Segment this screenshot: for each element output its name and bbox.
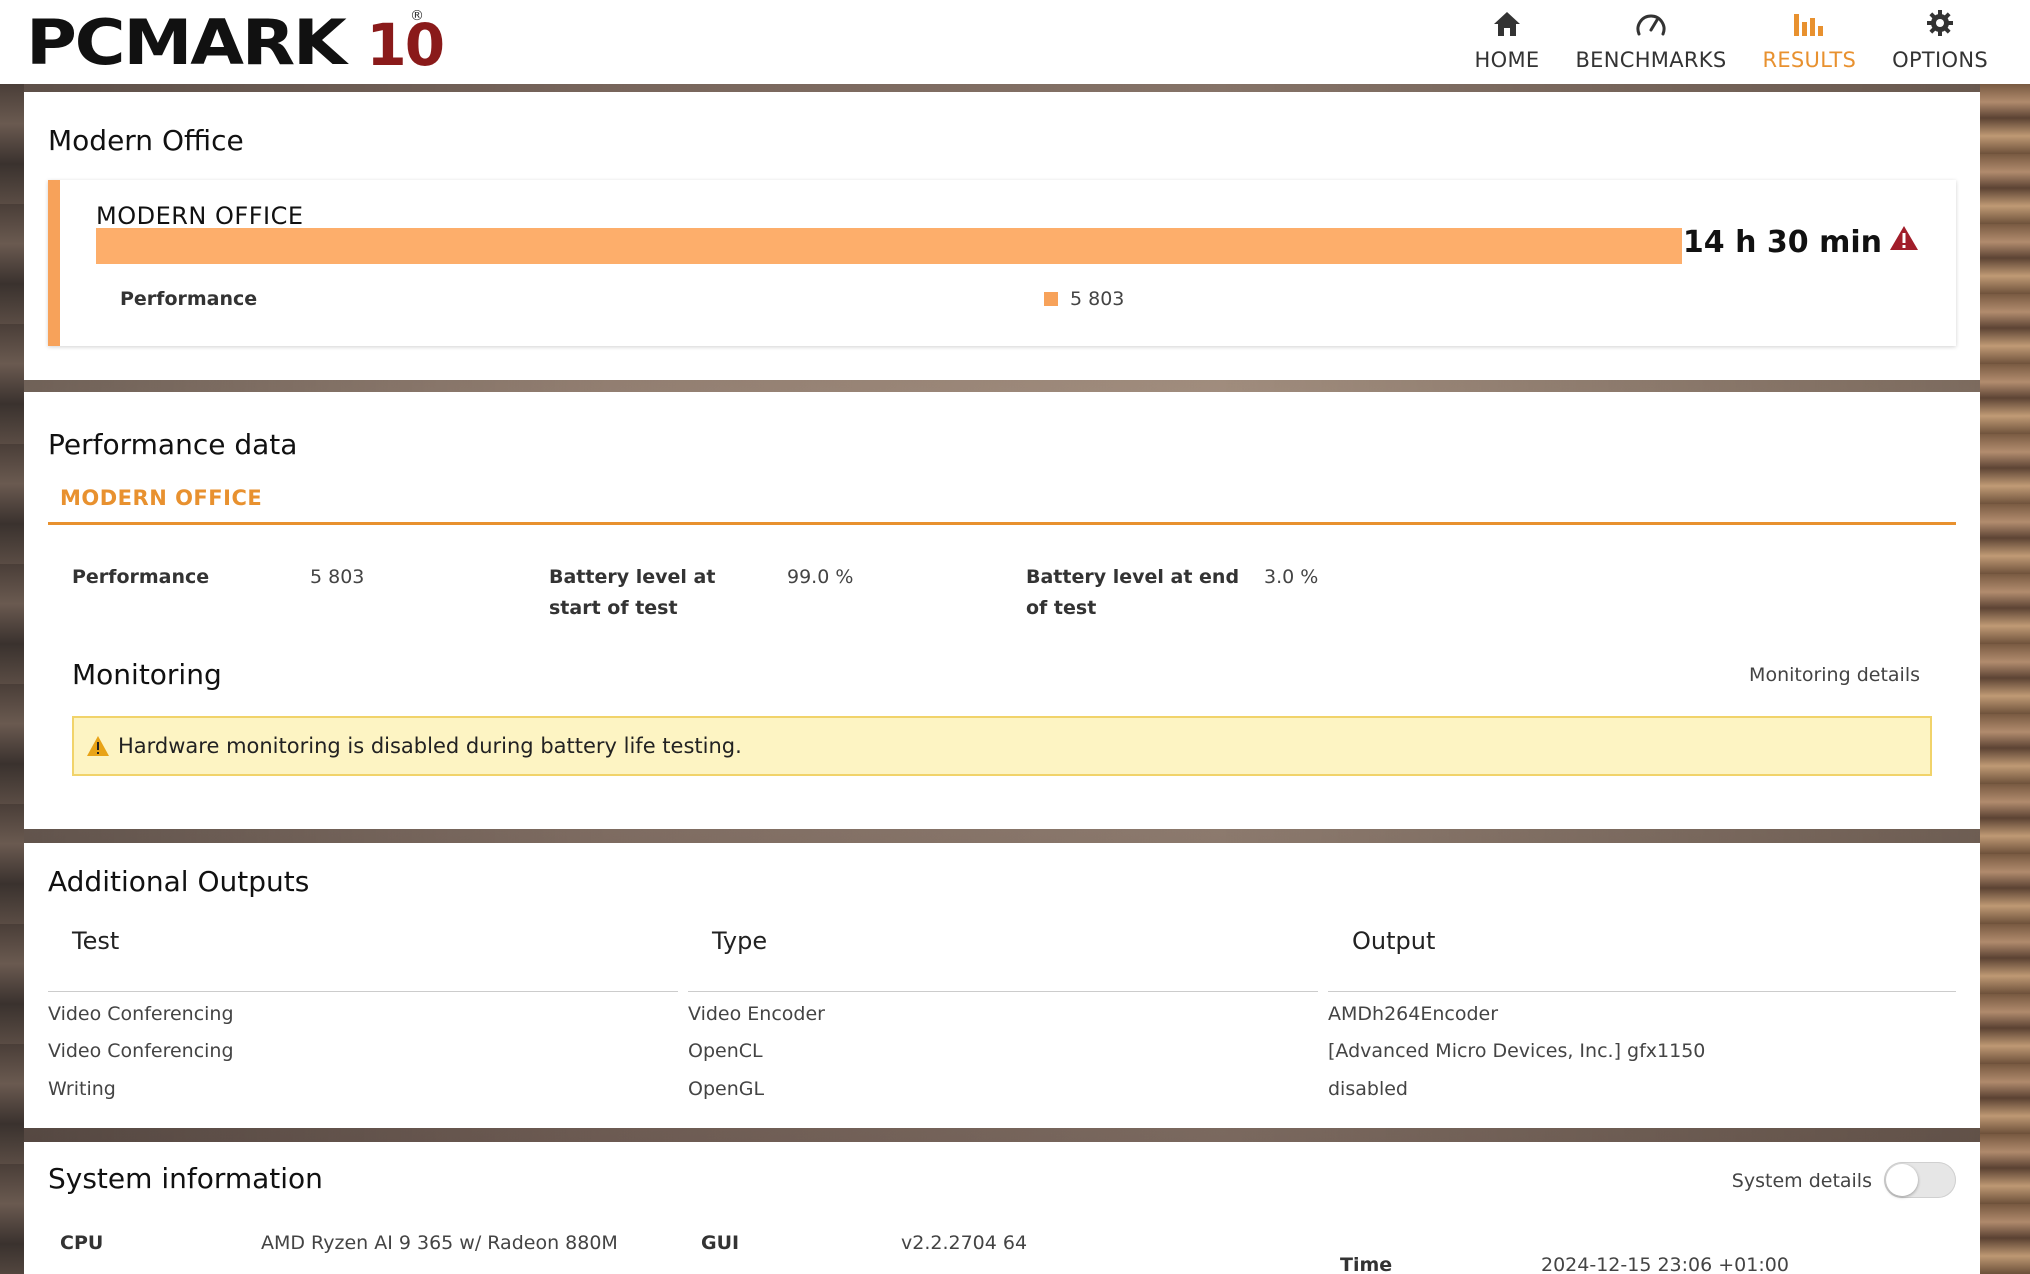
monitoring-title: Monitoring: [72, 658, 222, 691]
modern-office-card: MODERN OFFICE 14 h 30 min Performance 5 …: [48, 180, 1956, 346]
logo-number: 10: [366, 11, 445, 79]
modern-office-panel: Modern Office MODERN OFFICE 14 h 30 min …: [24, 92, 1980, 380]
nav-home[interactable]: HOME: [1457, 0, 1558, 84]
monitoring-details-link[interactable]: Monitoring details: [1749, 664, 1920, 686]
logo-registered: ®: [410, 8, 424, 24]
battery-start-key-line1: Battery level at: [549, 566, 716, 588]
table-cell: disabled: [1328, 1078, 1408, 1100]
additional-outputs-panel: Additional Outputs Test Type Output Vide…: [24, 843, 1980, 1128]
gauge-icon: [1635, 0, 1667, 40]
time-label: Time: [1340, 1254, 1393, 1274]
nav-results[interactable]: RESULTS: [1744, 0, 1874, 84]
background-right: [1980, 84, 2030, 1274]
gui-value: v2.2.2704 64: [901, 1232, 1028, 1254]
gui-label: GUI: [701, 1232, 740, 1254]
warning-icon[interactable]: [1888, 224, 1920, 260]
tab-modern-office[interactable]: MODERN OFFICE: [60, 486, 262, 510]
score-text: 14 h 30 min: [1682, 224, 1882, 260]
col-header-type: Type: [712, 927, 768, 955]
performance-data-panel: Performance data MODERN OFFICE Performan…: [24, 392, 1980, 829]
nav-options[interactable]: OPTIONS: [1874, 0, 2006, 84]
battery-start-key: Battery level at start of test: [549, 562, 715, 624]
nav-benchmarks[interactable]: BENCHMARKS: [1557, 0, 1744, 84]
col-divider: [48, 991, 678, 992]
battery-end-key-line2: of test: [1026, 597, 1097, 619]
background-left: [0, 84, 24, 1274]
battery-end-val: 3.0 %: [1264, 566, 1319, 588]
table-cell: Writing: [48, 1078, 116, 1100]
perf-val: 5 803: [310, 566, 365, 588]
table-cell: Video Conferencing: [48, 1040, 234, 1062]
time-value: 2024-12-15 23:06 +01:00: [1541, 1254, 1789, 1274]
table-cell: OpenGL: [688, 1078, 765, 1100]
battery-end-key-line1: Battery level at end: [1026, 566, 1240, 588]
monitoring-alert: Hardware monitoring is disabled during b…: [72, 716, 1932, 776]
logo-main: PCMARK: [26, 6, 347, 79]
additional-outputs-title: Additional Outputs: [48, 865, 310, 898]
col-divider: [1328, 991, 1956, 992]
score-value: 14 h 30 min: [1683, 224, 1920, 260]
table-cell: OpenCL: [688, 1040, 763, 1062]
table-cell: Video Conferencing: [48, 1003, 234, 1025]
pcmark-logo: PCMARK 10 ®: [26, 6, 445, 79]
main-nav: HOME BENCHMARKS RESULTS OPTIONS: [1457, 0, 2006, 84]
alert-warning-icon: [86, 735, 110, 757]
perf-label: Performance: [120, 288, 258, 310]
bar-chart-icon: [1792, 0, 1826, 40]
perf-key: Performance: [72, 566, 210, 588]
nav-results-label: RESULTS: [1762, 48, 1857, 72]
battery-start-key-line2: start of test: [549, 597, 678, 619]
col-divider: [688, 991, 1318, 992]
table-cell: Video Encoder: [688, 1003, 825, 1025]
system-details-label: System details: [1731, 1170, 1872, 1192]
cpu-label: CPU: [60, 1232, 104, 1254]
tab-underline: [48, 522, 1956, 525]
score-bar: [96, 228, 1682, 264]
nav-benchmarks-label: BENCHMARKS: [1575, 48, 1727, 72]
system-information-title: System information: [48, 1162, 323, 1195]
toggle-knob: [1886, 1164, 1918, 1196]
nav-options-label: OPTIONS: [1892, 48, 1988, 72]
home-icon: [1492, 0, 1522, 40]
table-cell: [Advanced Micro Devices, Inc.] gfx1150: [1328, 1040, 1706, 1062]
battery-end-key: Battery level at end of test: [1026, 562, 1239, 624]
table-cell: AMDh264Encoder: [1328, 1003, 1499, 1025]
system-information-panel: System information System details CPU AM…: [24, 1142, 1980, 1274]
performance-data-title: Performance data: [48, 428, 298, 461]
legend-square: [1044, 292, 1058, 306]
col-header-test: Test: [72, 927, 120, 955]
perf-value: 5 803: [1044, 288, 1124, 310]
modern-office-title: Modern Office: [48, 124, 244, 157]
app-header: PCMARK 10 ® HOME BENCHMARKS RESULTS OPTI…: [0, 0, 2030, 84]
perf-value-text: 5 803: [1070, 288, 1125, 310]
nav-home-label: HOME: [1474, 48, 1540, 72]
alert-text: Hardware monitoring is disabled during b…: [118, 734, 742, 758]
card-title: MODERN OFFICE: [96, 202, 304, 230]
gear-icon: [1925, 0, 1955, 40]
battery-start-val: 99.0 %: [787, 566, 854, 588]
col-header-output: Output: [1352, 927, 1436, 955]
cpu-value: AMD Ryzen AI 9 365 w/ Radeon 880M: [261, 1232, 618, 1254]
system-details-toggle[interactable]: [1884, 1162, 1956, 1198]
